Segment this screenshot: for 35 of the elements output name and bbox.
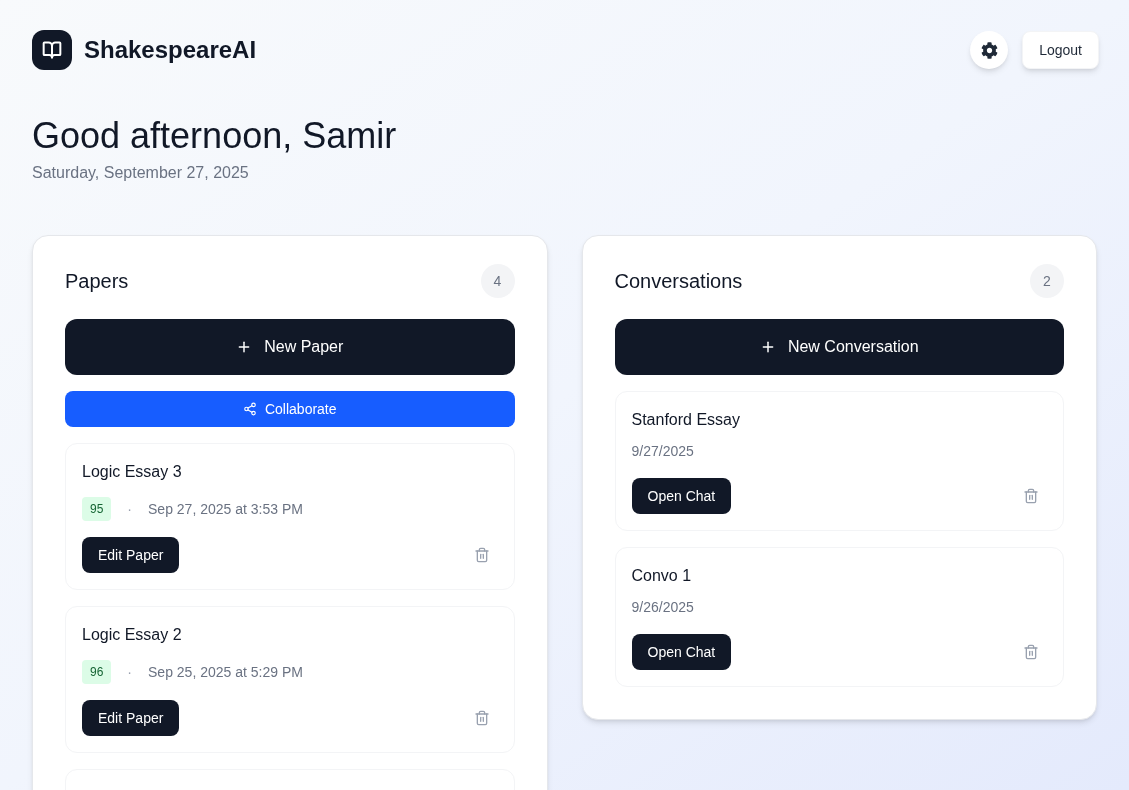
paper-date: Sep 25, 2025 at 5:29 PM bbox=[148, 663, 303, 682]
trash-icon bbox=[1023, 488, 1039, 504]
conversation-date: 9/26/2025 bbox=[631, 598, 695, 617]
new-paper-button[interactable]: New Paper bbox=[65, 319, 515, 375]
edit-paper-button[interactable]: Edit Paper bbox=[82, 537, 180, 573]
open-chat-button[interactable]: Open Chat bbox=[631, 478, 732, 514]
card-title: Papers bbox=[65, 269, 129, 294]
open-chat-button[interactable]: Open Chat bbox=[631, 634, 732, 670]
paper-title: Logic Essay 3 bbox=[82, 462, 183, 482]
new-conversation-button[interactable]: New Conversation bbox=[614, 319, 1064, 375]
trash-icon bbox=[1023, 644, 1039, 660]
conversation-title: Stanford Essay bbox=[631, 410, 741, 430]
share-icon bbox=[242, 402, 257, 416]
trash-icon bbox=[473, 710, 490, 726]
paper-date: Sep 27, 2025 at 3:53 PM bbox=[148, 500, 303, 519]
separator-dot: · bbox=[127, 500, 133, 519]
paper-title: Logic Essay 2 bbox=[82, 625, 183, 645]
count-badge: 4 bbox=[480, 264, 515, 298]
logout-button[interactable]: Logout bbox=[1022, 31, 1099, 69]
card-title: Conversations bbox=[614, 269, 743, 294]
separator-dot: · bbox=[127, 663, 133, 682]
conversation-title: Convo 1 bbox=[631, 566, 693, 586]
count-badge: 2 bbox=[1030, 264, 1064, 298]
trash-icon bbox=[473, 547, 490, 563]
app-name: ShakespeareAI bbox=[84, 35, 257, 65]
conversation-date: 9/27/2025 bbox=[631, 442, 695, 461]
current-date: Saturday, September 27, 2025 bbox=[32, 163, 250, 183]
score-badge: 95 bbox=[82, 497, 112, 521]
edit-paper-button[interactable]: Edit Paper bbox=[82, 700, 180, 736]
settings-button[interactable] bbox=[970, 31, 1009, 69]
settings-icon bbox=[980, 41, 998, 59]
greeting-title: Good afternoon, Samir bbox=[32, 116, 398, 156]
score-badge: 96 bbox=[82, 660, 112, 684]
collaborate-button[interactable]: Collaborate bbox=[65, 391, 515, 427]
book-logo-icon bbox=[32, 30, 72, 70]
